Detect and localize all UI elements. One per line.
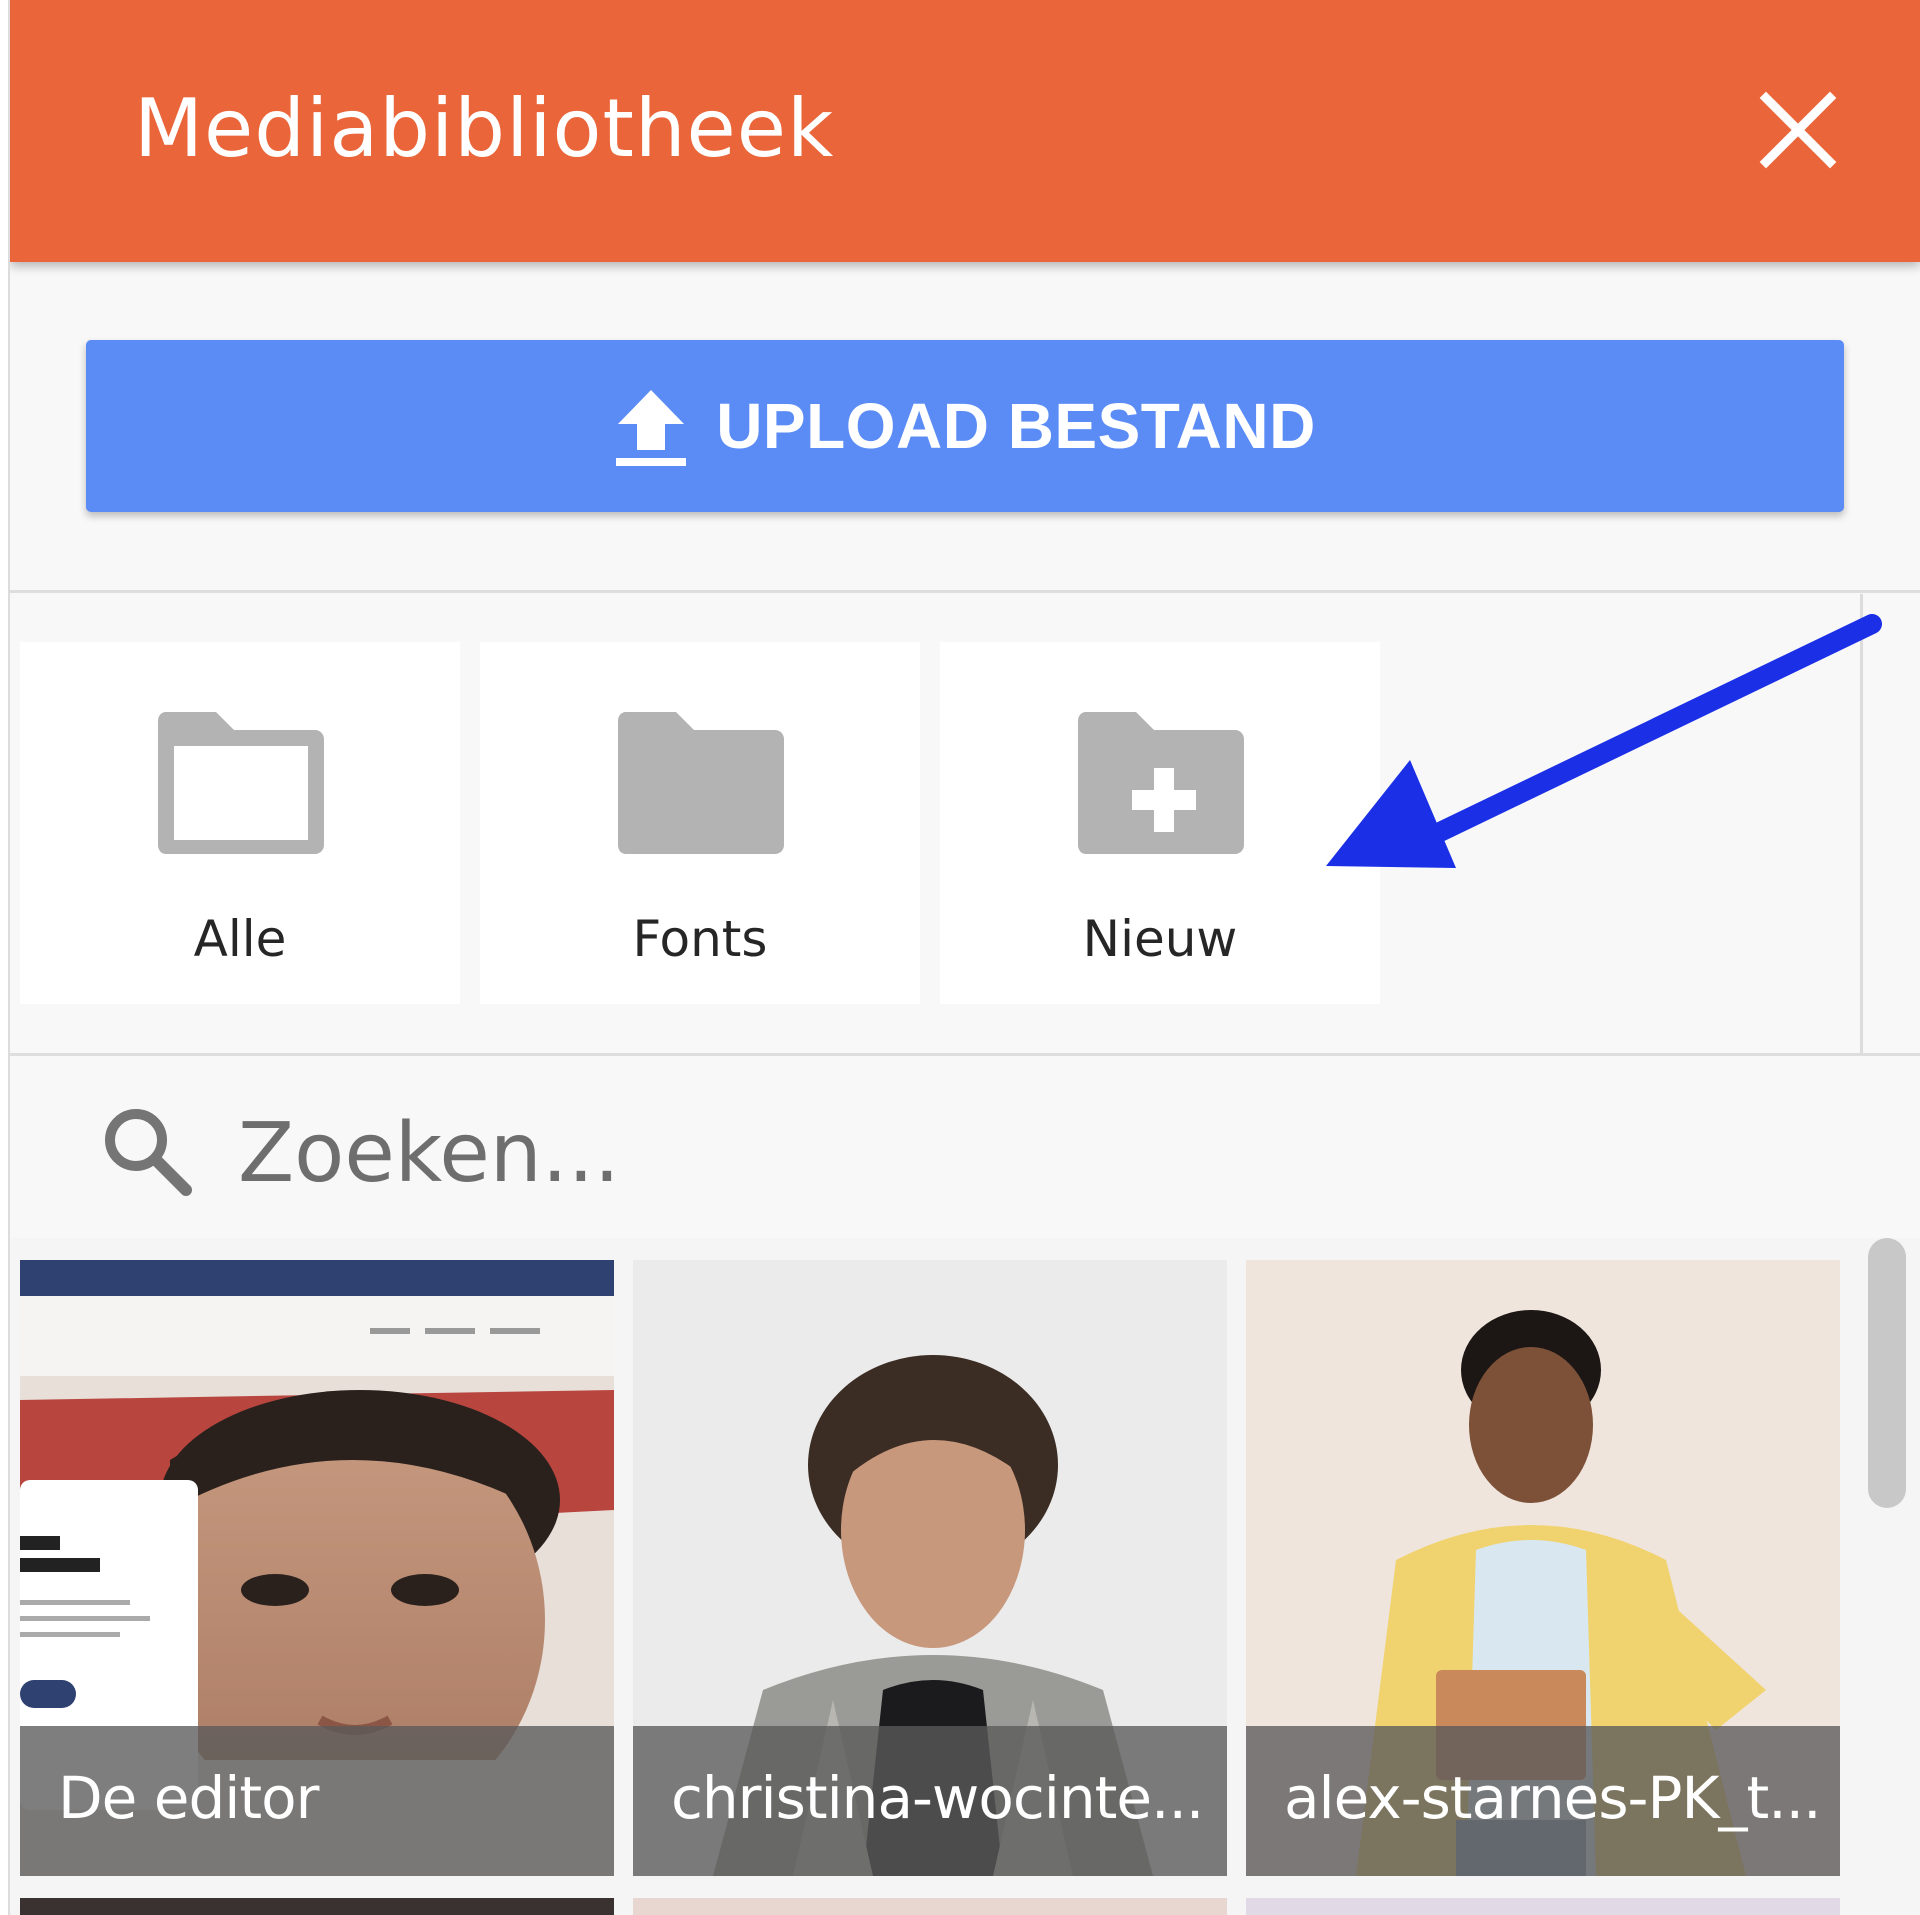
folder-label: Alle: [193, 910, 287, 968]
divider: [10, 1053, 1920, 1056]
media-caption: De editor: [58, 1764, 319, 1832]
search-input[interactable]: [238, 1098, 1638, 1208]
dialog-header: Mediabibliotheek: [10, 0, 1920, 262]
media-item[interactable]: [633, 1898, 1227, 1915]
folder-outline-icon: [158, 712, 324, 854]
media-caption: christina-wocinte...: [671, 1764, 1204, 1832]
folder-add-icon: [1078, 712, 1244, 854]
media-item[interactable]: De editor: [20, 1260, 614, 1876]
dialog-left-edge: [0, 0, 10, 1915]
dialog-title: Mediabibliotheek: [134, 82, 835, 175]
folder-label: Nieuw: [1082, 910, 1238, 968]
media-item[interactable]: [20, 1898, 614, 1915]
search-bar: [10, 1058, 1920, 1238]
upload-button-label: UPLOAD BESTAND: [716, 390, 1316, 462]
close-icon[interactable]: [1758, 90, 1838, 170]
folder-fonts[interactable]: Fonts: [480, 642, 920, 1004]
folder-label: Fonts: [632, 910, 768, 968]
search-icon: [105, 1109, 192, 1196]
upload-icon: [616, 390, 687, 466]
upload-file-button[interactable]: UPLOAD BESTAND: [86, 340, 1844, 512]
media-item[interactable]: christina-wocinte...: [633, 1260, 1227, 1876]
annotation-arrow-icon: [1326, 614, 1882, 868]
folder-all[interactable]: Alle: [20, 642, 460, 1004]
media-item[interactable]: alex-starnes-PK_t...: [1246, 1260, 1840, 1876]
folder-filled-icon: [618, 712, 784, 854]
media-caption: alex-starnes-PK_t...: [1284, 1764, 1822, 1832]
media-item[interactable]: [1246, 1898, 1840, 1915]
divider: [10, 590, 1920, 593]
scrollbar-thumb[interactable]: [1868, 1238, 1906, 1508]
media-grid: De editor christina-wocinte... alex-star…: [10, 1238, 1920, 1915]
